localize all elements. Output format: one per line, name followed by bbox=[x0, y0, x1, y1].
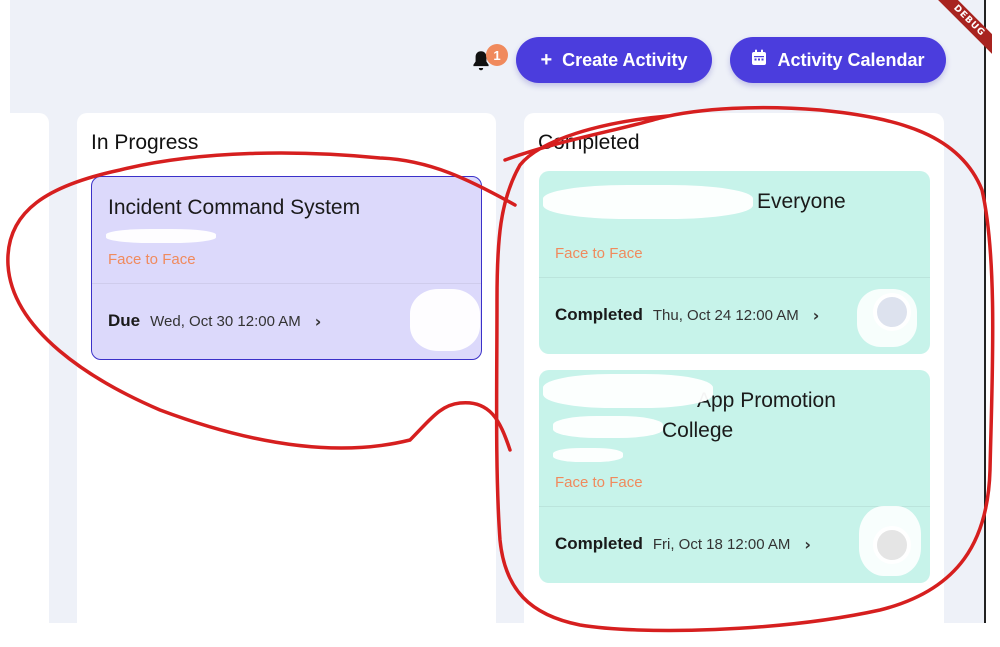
card-divider bbox=[92, 283, 481, 284]
completed-date-link[interactable]: Completed Fri, Oct 18 12:00 AM › bbox=[555, 534, 811, 554]
completed-label: Completed bbox=[555, 534, 643, 553]
chevron-right-icon: › bbox=[804, 534, 811, 554]
in-progress-column: In Progress Incident Command System Face… bbox=[77, 113, 496, 623]
completed-date: Thu, Oct 24 12:00 AM bbox=[652, 306, 799, 324]
chevron-right-icon: › bbox=[812, 305, 820, 325]
activity-calendar-label: Activity Calendar bbox=[777, 49, 925, 70]
activity-mode: Face to Face bbox=[555, 245, 643, 262]
column-title-completed: Completed bbox=[538, 131, 640, 154]
window-edge bbox=[984, 0, 986, 623]
redacted-avatar-scribble bbox=[859, 506, 921, 576]
activity-card-title: App Promotion bbox=[697, 389, 836, 412]
redacted-scribble bbox=[543, 185, 753, 219]
due-date: Wed, Oct 30 12:00 AM bbox=[150, 312, 301, 330]
activity-mode: Face to Face bbox=[555, 474, 643, 491]
activity-calendar-button[interactable]: Activity Calendar bbox=[730, 37, 946, 83]
completed-date-link[interactable]: Completed Thu, Oct 24 12:00 AM › bbox=[555, 305, 819, 325]
chevron-right-icon: › bbox=[314, 311, 322, 331]
activity-card-title: Incident Command System bbox=[108, 196, 361, 219]
calendar-icon bbox=[751, 49, 767, 71]
redacted-avatar-scribble bbox=[410, 289, 480, 351]
create-activity-label: Create Activity bbox=[562, 49, 688, 70]
activity-card[interactable]: App Promotion College Face to Face Compl… bbox=[539, 370, 930, 583]
redacted-scribble bbox=[553, 448, 623, 462]
notification-count-badge: 1 bbox=[486, 44, 508, 66]
create-activity-button[interactable]: + Create Activity bbox=[516, 37, 712, 83]
redacted-scribble bbox=[553, 416, 663, 438]
previous-column-edge bbox=[10, 113, 49, 623]
activity-card[interactable]: Everyone Face to Face Completed Thu, Oct… bbox=[539, 171, 930, 354]
activity-card-title-line2: College bbox=[662, 419, 734, 442]
card-divider bbox=[539, 506, 930, 507]
completed-label: Completed bbox=[555, 305, 643, 324]
redacted-scribble bbox=[543, 374, 713, 408]
due-label: Due bbox=[108, 311, 141, 330]
card-divider bbox=[539, 277, 930, 278]
redacted-avatar-scribble bbox=[857, 289, 917, 347]
column-title-in-progress: In Progress bbox=[91, 131, 199, 154]
due-date-link[interactable]: Due Wed, Oct 30 12:00 AM › bbox=[108, 311, 321, 331]
activity-card-title: Everyone bbox=[757, 190, 846, 213]
activity-mode: Face to Face bbox=[108, 251, 196, 268]
completed-date: Fri, Oct 18 12:00 AM bbox=[652, 535, 791, 553]
redacted-scribble bbox=[106, 229, 216, 243]
completed-column: Completed Everyone Face to Face Complete… bbox=[524, 113, 944, 623]
page-bottom-margin bbox=[0, 623, 1000, 647]
activity-card[interactable]: Incident Command System Face to Face Due… bbox=[91, 176, 482, 360]
plus-icon: + bbox=[540, 48, 553, 71]
